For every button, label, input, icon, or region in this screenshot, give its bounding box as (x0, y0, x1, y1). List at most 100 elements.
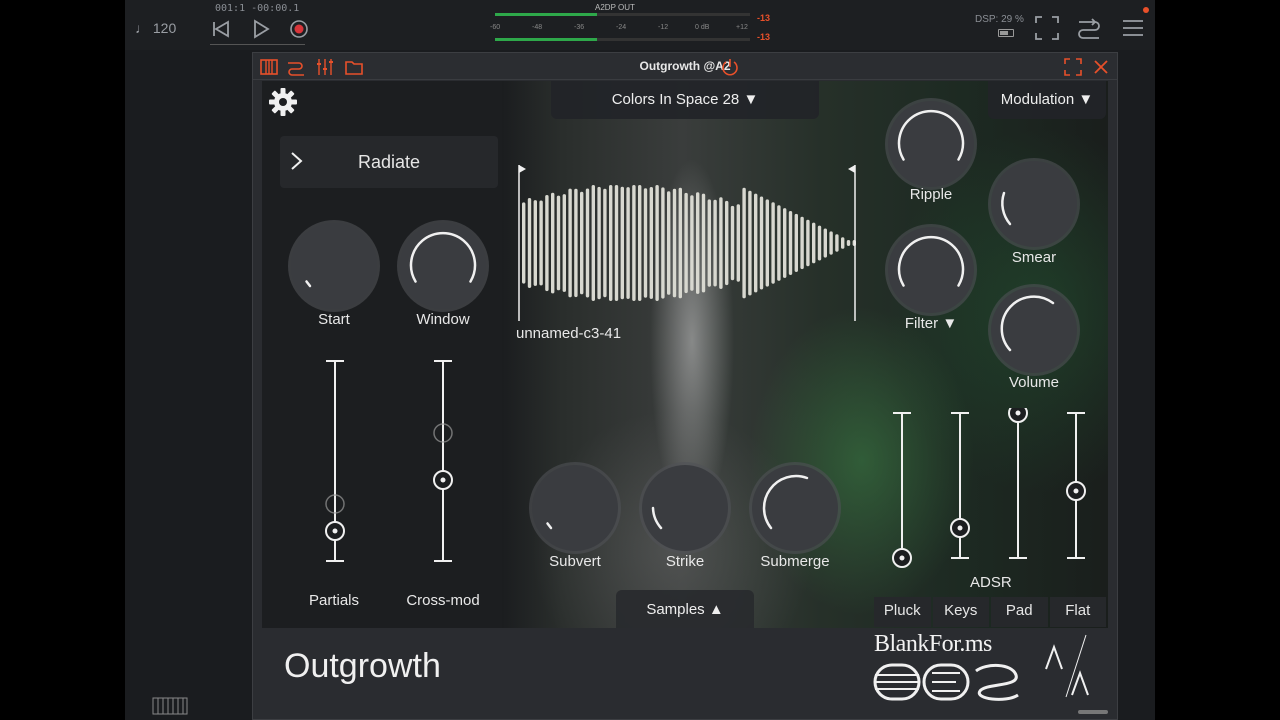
waveform-bar (841, 237, 845, 249)
subvert-label: Subvert (549, 553, 601, 570)
waveform-bar (707, 199, 711, 287)
waveform-bar (730, 205, 735, 281)
waveform-bar (574, 188, 578, 298)
power-icon[interactable] (720, 57, 740, 77)
waveform-bar (562, 194, 566, 292)
adsr-attack-slider[interactable] (887, 408, 917, 568)
close-icon[interactable] (1091, 57, 1111, 77)
volume-label: Volume (1008, 374, 1060, 391)
start-label: Start (318, 311, 350, 328)
dsp-readout: DSP: 29 % (975, 14, 1024, 25)
brand-name: BlankFor.ms (874, 631, 992, 657)
waveform-bar (701, 193, 706, 293)
adsr-release-slider[interactable] (1061, 408, 1091, 568)
waveform-bar (713, 199, 717, 287)
expand-icon[interactable] (1063, 57, 1083, 77)
preset-category-dropdown[interactable]: Colors In Space 28 ▼ (551, 81, 819, 119)
plugin-titlebar: Outgrowth @A2 (253, 53, 1117, 80)
crossmod-slider[interactable] (428, 356, 458, 566)
host-toolbar: ♩ 120 001:1 -00:00.1 A2DP OUT -13 -60 -4… (125, 0, 1155, 50)
preset-name: Radiate (357, 152, 421, 172)
adsr-tab-flat[interactable]: Flat (1049, 597, 1106, 627)
waveform-bar (545, 195, 549, 292)
notification-dot (1143, 7, 1149, 13)
waveform-bar (777, 205, 781, 281)
waveform-bar (829, 231, 833, 255)
filter-dropdown[interactable]: Filter ▼ (871, 315, 991, 332)
waveform-bar (725, 200, 729, 286)
tempo-display[interactable]: ♩ 120 (135, 20, 176, 36)
preset-selector[interactable]: Radiate (280, 136, 498, 188)
waveform-bar (754, 193, 758, 293)
waveform-bar (759, 196, 764, 290)
waveform-bar (696, 192, 700, 294)
blankforms-logo-icon (873, 663, 1019, 701)
waveform-bar (690, 195, 694, 291)
record-icon (290, 20, 308, 38)
peak-right: -13 (757, 32, 771, 42)
waveform-bar (667, 191, 671, 295)
plugin-footer: Outgrowth BlankFor.ms (262, 629, 1108, 707)
ripple-knob[interactable] (888, 101, 974, 187)
volume-knob[interactable] (991, 287, 1077, 373)
rewind-icon (213, 20, 229, 38)
start-knob[interactable] (291, 223, 377, 309)
rewind-button[interactable] (207, 15, 235, 43)
adsr-tab-keys[interactable]: Keys (932, 597, 989, 627)
product-name: Outgrowth (284, 647, 441, 685)
adsr-tab-pluck[interactable]: Pluck (874, 597, 931, 627)
position-display: 001:1 -00:00.1 (215, 3, 300, 14)
waveform-bar (626, 187, 630, 299)
subvert-knob[interactable] (532, 465, 618, 551)
waveform-bar (551, 192, 555, 294)
waveform-bar (765, 199, 769, 287)
waveform-bar (806, 219, 810, 267)
modulation-dropdown[interactable]: Modulation ▼ (988, 81, 1106, 119)
output-meter-left (495, 13, 750, 16)
waveform-bar (527, 198, 532, 288)
adsr-sustain-slider[interactable] (1003, 408, 1033, 568)
waveform-bar (638, 185, 642, 301)
waveform-bar (620, 186, 624, 300)
plugin-title: Outgrowth @A2 (639, 59, 731, 73)
fullscreen-icon[interactable] (1034, 15, 1060, 41)
waveform-bar (672, 188, 677, 298)
waveform-bar (783, 208, 787, 278)
horizontal-scrollbar[interactable] (1078, 710, 1108, 714)
record-button[interactable] (285, 15, 313, 43)
instrument-panel: Radiate Colors In Space 28 ▼ Modulation … (262, 81, 1108, 628)
output-meter-right (495, 38, 750, 41)
play-button[interactable] (247, 15, 275, 43)
timeline-underline (210, 44, 305, 45)
a2-logo-icon (1045, 634, 1089, 698)
samples-button[interactable]: Samples ▲ (616, 590, 754, 628)
submerge-knob[interactable] (752, 465, 838, 551)
settings-gear-icon[interactable] (267, 86, 299, 118)
smear-knob[interactable] (991, 161, 1077, 247)
smear-label: Smear (1011, 249, 1057, 266)
waveform-bar (614, 185, 619, 301)
menu-icon[interactable] (1120, 15, 1146, 41)
waveform-bar (556, 195, 561, 291)
start-marker-icon (519, 165, 526, 173)
partials-slider[interactable] (320, 356, 350, 566)
battery-icon (998, 29, 1014, 37)
routing-icon[interactable] (1076, 15, 1102, 41)
crossmod-label: Cross-mod (406, 592, 480, 609)
plugin-window: Outgrowth @A2 Radiate Colors In Space 28… (252, 52, 1118, 720)
window-knob[interactable] (400, 223, 486, 309)
adsr-decay-slider[interactable] (945, 408, 975, 568)
filter-knob[interactable] (888, 227, 974, 313)
waveform-bar (742, 187, 746, 299)
waveform-bar (800, 216, 804, 270)
waveform-display[interactable] (516, 163, 858, 323)
waveform-bar (748, 190, 752, 296)
waveform-bar (678, 187, 682, 299)
waveform-bar (771, 202, 775, 284)
waveform-bar (794, 213, 798, 272)
play-icon (254, 19, 270, 39)
piano-keyboard-icon[interactable] (152, 697, 188, 715)
strike-knob[interactable] (642, 465, 728, 551)
adsr-tab-pad[interactable]: Pad (991, 597, 1048, 627)
adsr-label: ADSR (970, 574, 1012, 591)
